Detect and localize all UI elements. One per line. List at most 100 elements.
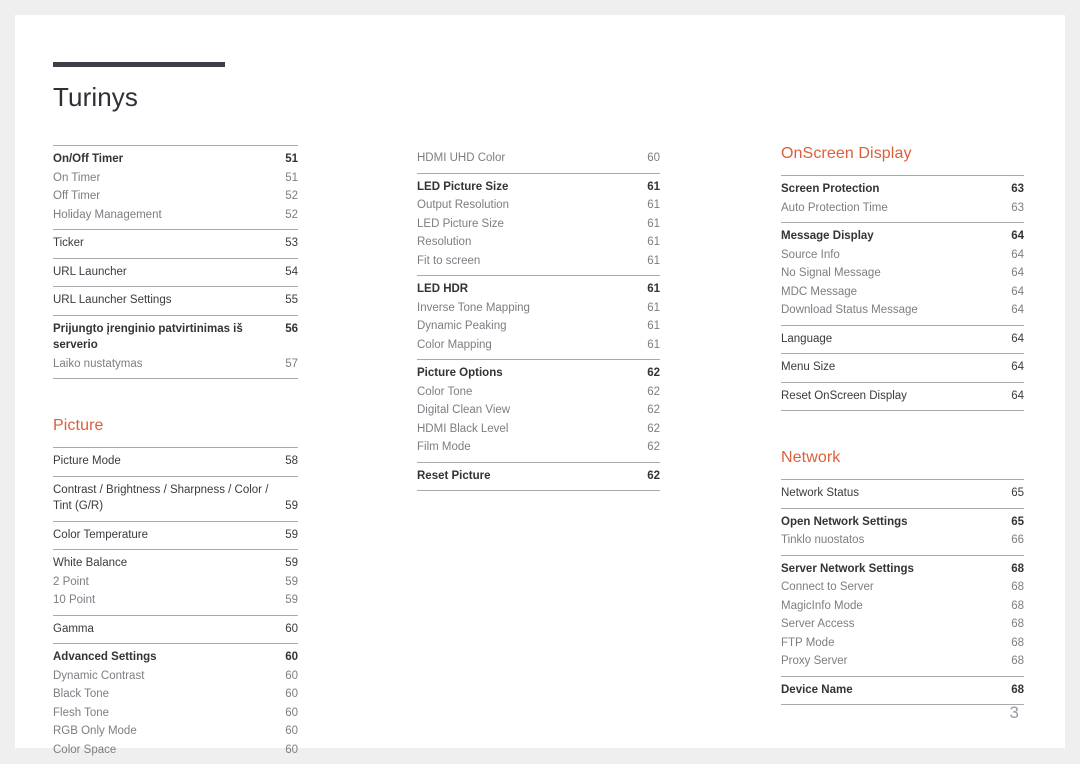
toc-entry-page-number: 68	[1011, 562, 1024, 575]
toc-group: Open Network Settings 65 Tinklo nuostatos 6…	[781, 507, 1024, 555]
toc-entry[interactable]: Film Mode 62	[417, 438, 660, 457]
toc-entry-label: Reset Picture	[417, 469, 491, 482]
toc-entry[interactable]: URL Launcher Settings 55	[53, 291, 298, 310]
toc-entry[interactable]: Proxy Server 68	[781, 652, 1024, 671]
toc-entry-page-number: 60	[285, 743, 298, 756]
toc-entry[interactable]: Ticker 53	[53, 234, 298, 253]
toc-entry[interactable]: MagicInfo Mode 68	[781, 597, 1024, 616]
toc-entry[interactable]: Color Space 60	[53, 741, 298, 760]
toc-entry-page-number: 58	[285, 455, 298, 467]
toc-entry[interactable]: Device Name 68	[781, 681, 1024, 700]
toc-entry[interactable]: Flesh Tone 60	[53, 704, 298, 723]
toc-entry[interactable]: Reset Picture 62	[417, 467, 660, 486]
toc-entry-page-number: 68	[1011, 599, 1024, 612]
toc-entry-label: Output Resolution	[417, 199, 510, 211]
toc-entry[interactable]: HDMI UHD Color 60	[417, 149, 660, 168]
toc-entry-label: Server Access	[781, 618, 855, 630]
toc-entry[interactable]: HDMI Black Level 62	[417, 420, 660, 439]
toc-entry[interactable]: Language 64	[781, 330, 1024, 349]
toc-entry-label: White Balance	[53, 557, 128, 569]
toc-entry[interactable]: Advanced Settings 60	[53, 648, 298, 667]
toc-entry-page-number: 53	[285, 237, 298, 249]
toc-entry[interactable]: Black Tone 60	[53, 685, 298, 704]
toc-entry[interactable]: Message Display 64	[781, 227, 1024, 246]
toc-entry[interactable]: Holiday Management 52	[53, 206, 298, 225]
toc-entry[interactable]: 2 Point 59	[53, 573, 298, 592]
toc-entry-page-number: 68	[1011, 618, 1024, 630]
toc-entry[interactable]: LED Picture Size 61	[417, 215, 660, 234]
toc-entry-label: Proxy Server	[781, 655, 848, 667]
toc-entry[interactable]: Picture Options 62	[417, 364, 660, 383]
toc-entry[interactable]: Reset OnScreen Display 64	[781, 387, 1024, 406]
toc-entry[interactable]: Color Tone 62	[417, 383, 660, 402]
toc-entry[interactable]: 10 Point 59	[53, 591, 298, 610]
toc-entry-page-number: 56	[285, 322, 298, 335]
toc-entry-page-number: 64	[1011, 304, 1024, 316]
toc-entry[interactable]: Contrast / Brightness / Sharpness / Colo…	[53, 481, 298, 516]
toc-entry-page-number: 55	[285, 294, 298, 306]
toc-entry[interactable]: Resolution 61	[417, 233, 660, 252]
toc-entry[interactable]: Color Mapping 61	[417, 336, 660, 355]
toc-entry-label: Color Space	[53, 743, 117, 756]
toc-group: Server Network Settings 68 Connect to Serv…	[781, 554, 1024, 676]
toc-entry[interactable]: Source Info 64	[781, 246, 1024, 265]
toc-entry-page-number: 64	[1011, 248, 1024, 261]
toc-entry[interactable]: Prijungto įrenginio patvirtinimas iš ser…	[53, 320, 298, 355]
toc-entry[interactable]: Server Access 68	[781, 615, 1024, 634]
toc-entry-page-number: 57	[285, 357, 298, 370]
toc-entry-page-number: 60	[285, 706, 298, 719]
toc-entry[interactable]: Picture Mode 58	[53, 452, 298, 471]
toc-entry-label: FTP Mode	[781, 636, 835, 649]
toc-group: Message Display 64 Source Info 64 No Signal …	[781, 222, 1024, 325]
toc-group: Picture Mode 58	[53, 447, 298, 476]
toc-entry[interactable]: Fit to screen 61	[417, 252, 660, 271]
toc-column-3: OnScreen Display Screen Protection 63 Auto …	[781, 145, 1024, 705]
toc-entry[interactable]: On Timer 51	[53, 169, 298, 188]
section-heading: Picture	[53, 417, 104, 434]
toc-entry[interactable]: Dynamic Peaking 61	[417, 317, 660, 336]
toc-entry-page-number: 61	[647, 254, 660, 267]
toc-entry[interactable]: On/Off Timer 51	[53, 150, 298, 169]
toc-group: Picture Options 62 Color Tone 62 Digital Cle…	[417, 359, 660, 462]
toc-entry[interactable]: Laiko nustatymas 57	[53, 355, 298, 374]
toc-entry[interactable]: Screen Protection 63	[781, 180, 1024, 199]
toc-entry[interactable]: Gamma 60	[53, 620, 298, 639]
toc-entry[interactable]: Tinklo nuostatos 66	[781, 531, 1024, 550]
toc-entry[interactable]: Auto Protection Time 63	[781, 199, 1024, 218]
toc-entry[interactable]: Dynamic Contrast 60	[53, 667, 298, 686]
toc-entry[interactable]: Output Resolution 61	[417, 196, 660, 215]
toc-entry-label: Ticker	[53, 237, 84, 249]
toc-entry[interactable]: Digital Clean View 62	[417, 401, 660, 420]
toc-entry[interactable]: Network Status 65	[781, 484, 1024, 503]
toc-entry[interactable]: Color Temperature 59	[53, 526, 298, 545]
toc-entry-label: Holiday Management	[53, 208, 162, 221]
toc-entry[interactable]: RGB Only Mode 60	[53, 722, 298, 741]
toc-entry-label: Black Tone	[53, 688, 110, 700]
toc-entry-page-number: 68	[1011, 636, 1024, 649]
toc-entry[interactable]: No Signal Message 64	[781, 264, 1024, 283]
toc-entry[interactable]: LED HDR 61	[417, 280, 660, 299]
toc-entry-page-number: 60	[285, 651, 298, 663]
toc-entry[interactable]: MDC Message 64	[781, 283, 1024, 302]
toc-entry[interactable]: Menu Size 64	[781, 358, 1024, 377]
toc-group: Prijungto įrenginio patvirtinimas iš ser…	[53, 314, 298, 379]
toc-entry[interactable]: Server Network Settings 68	[781, 560, 1024, 579]
toc-entry-label: Reset OnScreen Display	[781, 389, 907, 402]
toc-group: LED HDR 61 Inverse Tone Mapping 61 Dynamic P…	[417, 275, 660, 359]
toc-entry-label: Network Status	[781, 487, 859, 499]
toc-entry[interactable]: Connect to Server 68	[781, 578, 1024, 597]
toc-entry-page-number: 52	[285, 208, 298, 221]
toc-entry[interactable]: Off Timer 52	[53, 187, 298, 206]
toc-entry[interactable]: Inverse Tone Mapping 61	[417, 299, 660, 318]
toc-entry[interactable]: LED Picture Size 61	[417, 178, 660, 197]
toc-entry-label: Film Mode	[417, 441, 471, 453]
toc-entry[interactable]: Open Network Settings 65	[781, 513, 1024, 532]
toc-entry-page-number: 64	[1011, 285, 1024, 298]
toc-entry-label: Gamma	[53, 622, 94, 635]
toc-entry-label: Color Tone	[417, 385, 473, 398]
toc-entry[interactable]: Download Status Message 64	[781, 301, 1024, 320]
toc-entry[interactable]: URL Launcher 54	[53, 263, 298, 282]
toc-entry[interactable]: FTP Mode 68	[781, 634, 1024, 653]
toc-entry[interactable]: White Balance 59	[53, 554, 298, 573]
toc-entry-label: Color Temperature	[53, 528, 149, 541]
